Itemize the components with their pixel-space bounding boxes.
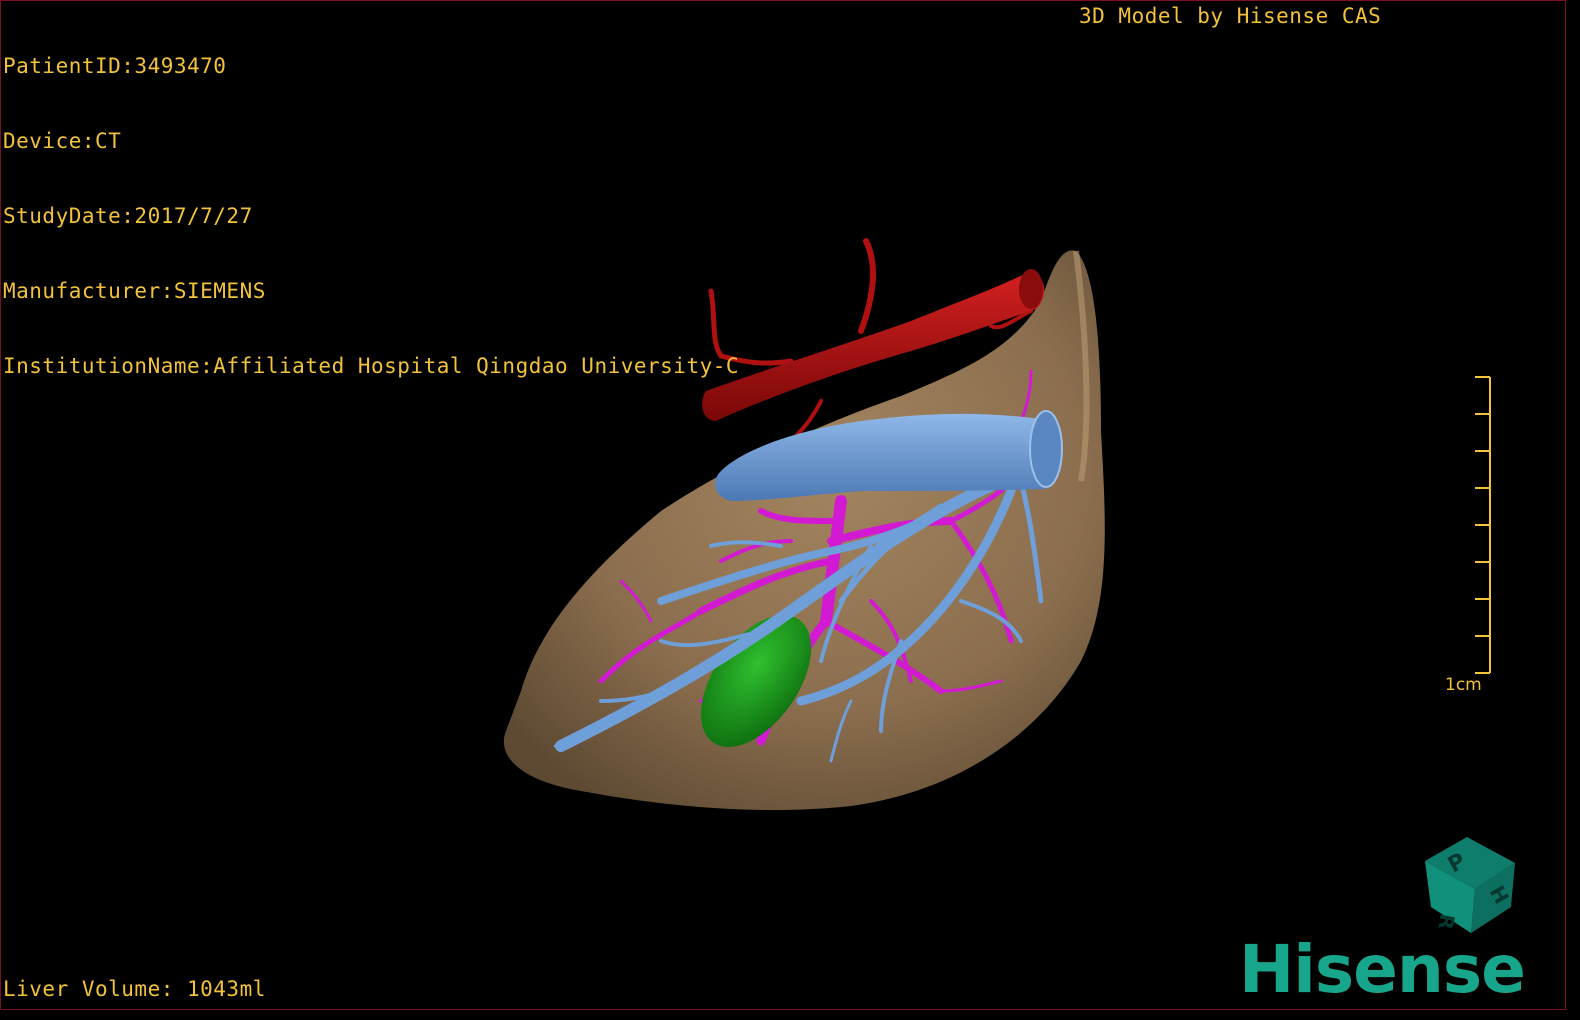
model-credit: 3D Model by Hisense CAS bbox=[1079, 4, 1382, 28]
orientation-cube-icon[interactable]: P H R bbox=[1419, 833, 1521, 935]
scale-bar bbox=[1475, 376, 1491, 674]
scale-bar-label: 1cm bbox=[1445, 675, 1482, 695]
device-text: Device:CT bbox=[3, 129, 122, 153]
dicom-info-panel: PatientID:3493470 Device:CT StudyDate:20… bbox=[3, 4, 739, 429]
aorta-end bbox=[1019, 269, 1043, 309]
3d-viewport[interactable]: PatientID:3493470 Device:CT StudyDate:20… bbox=[0, 0, 1566, 1010]
ivc-opening bbox=[1029, 410, 1063, 488]
cube-face-r: R bbox=[1433, 912, 1459, 931]
hisense-logo: Hisense bbox=[1239, 931, 1526, 1008]
study-date-text: StudyDate:2017/7/27 bbox=[3, 204, 253, 228]
institution-text: InstitutionName:Affiliated Hospital Qing… bbox=[3, 354, 740, 378]
liver-volume-text: Liver Volume: 1043ml bbox=[3, 977, 266, 1001]
inferior-vena-cava bbox=[715, 413, 1058, 501]
manufacturer-text: Manufacturer:SIEMENS bbox=[3, 279, 266, 303]
patient-id-text: PatientID:3493470 bbox=[3, 54, 227, 78]
